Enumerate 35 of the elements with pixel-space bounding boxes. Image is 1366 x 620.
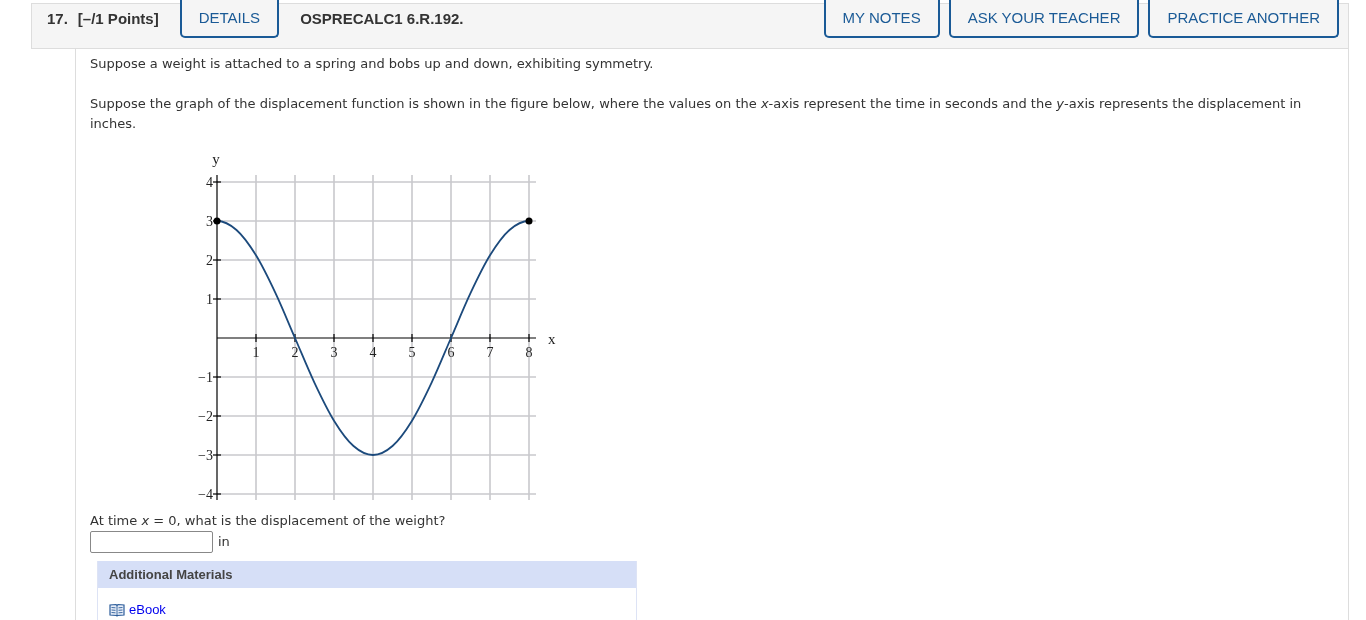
endpoint-marker [525,217,533,225]
endpoint-marker [213,217,221,225]
answer-field[interactable] [90,531,213,553]
header-button[interactable]: MY NOTES [823,0,940,38]
axis-tick-label: 1 [252,345,260,360]
header-button[interactable]: ASK YOUR TEACHER [948,0,1140,38]
axis-tick-label: −4 [198,487,213,502]
x-axis-label: x [548,331,556,347]
axis-tick-label: 5 [408,345,416,360]
axis-tick-label: 8 [525,345,533,360]
details-button[interactable]: DETAILS [179,0,280,38]
materials-header: Additional Materials [98,561,636,588]
book-icon [109,603,125,617]
y-axis-label: y [212,151,220,167]
question-text: At time x = 0, what is the displacement of the weight? [90,512,447,530]
question-code: OSPRECALC1 6.R.192. [300,8,464,29]
paragraph-text: Suppose a weight is attached to a spring and bobs up and down, exhibiting symmetry. [90,55,655,73]
axis-tick-label: −2 [198,409,213,424]
axis-tick-label: 2 [291,345,299,360]
unit-label: in [218,533,230,551]
axis-tick-label: 7 [486,345,494,360]
axis-tick-label: 4 [369,345,377,360]
axis-tick-label: 2 [206,253,213,268]
points-label: [–/1 Points] [77,8,159,29]
ebook-link[interactable]: eBook [109,600,166,620]
question-number: 17. [47,8,68,29]
axis-tick-label: 3 [330,345,338,360]
axis-tick-label: −3 [198,448,213,463]
axis-tick-label: 1 [206,292,213,307]
paragraph-text: Suppose the graph of the displacement function is shown in the figure below, where the values on the x-axis represent the time in seconds and the y-axis represents the displacement in inches. [90,95,1303,133]
header-button[interactable]: PRACTICE ANOTHER [1148,0,1339,38]
axis-tick-label: 3 [206,214,213,229]
axis-tick-label: −1 [198,370,213,385]
axis-tick-label: 6 [447,345,455,360]
axis-tick-label: 4 [206,175,213,190]
